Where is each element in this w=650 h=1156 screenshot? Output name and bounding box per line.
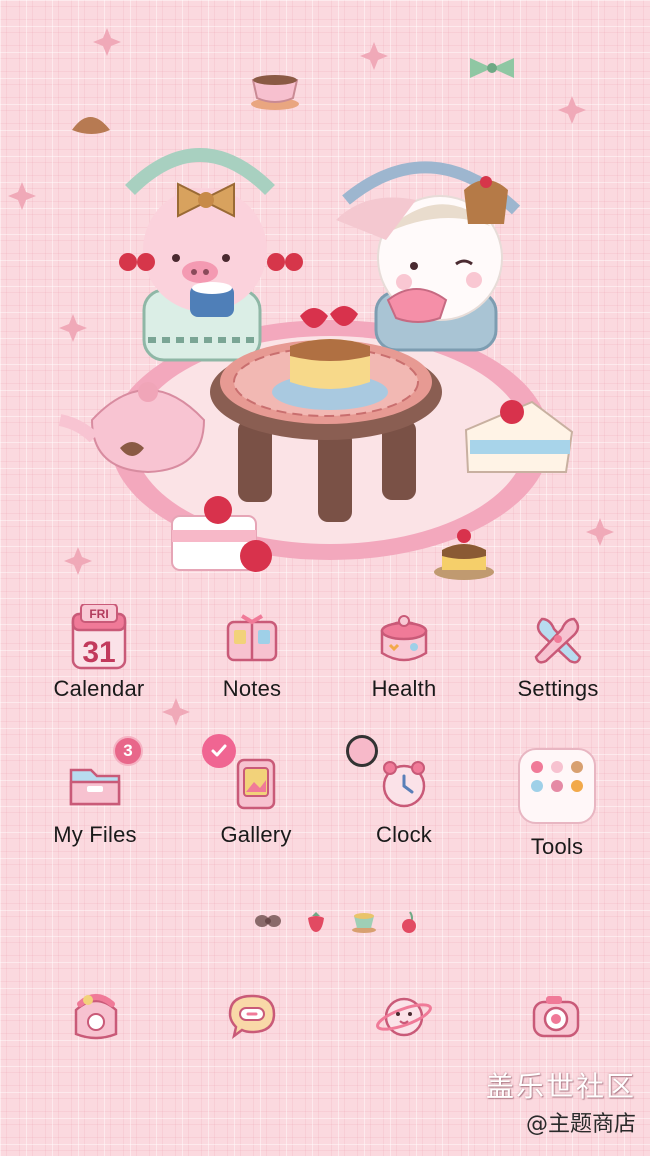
bow-icon: [255, 915, 281, 927]
app-label: Health: [371, 676, 437, 701]
dock-phone[interactable]: [66, 990, 126, 1044]
app-settings[interactable]: Settings: [483, 606, 633, 736]
sparkle-icon: [162, 698, 190, 726]
chestnut-decoration: [72, 117, 110, 134]
app-label: Calendar: [53, 676, 145, 701]
watermark-title: 盖乐世社区: [485, 1070, 636, 1103]
app-label: Gallery: [220, 822, 292, 847]
calendar-date-text: 31: [82, 636, 115, 669]
teacup-icon: [352, 913, 376, 933]
clock-icon: [372, 752, 436, 816]
settings-icon: [526, 606, 590, 670]
strawberry-icon: [308, 912, 324, 932]
app-calendar[interactable]: FRI 31 Calendar: [24, 604, 174, 736]
app-notes[interactable]: Notes: [177, 606, 327, 736]
calendar-icon: FRI 31: [67, 604, 131, 670]
app-label: My Files: [53, 822, 137, 847]
selected-check-icon[interactable]: [202, 734, 236, 768]
app-health[interactable]: Health: [329, 606, 479, 736]
calendar-day-text: FRI: [89, 607, 108, 621]
page-indicator[interactable]: [0, 906, 650, 936]
app-clock[interactable]: Clock: [329, 752, 479, 882]
tools-folder-icon: [518, 748, 596, 824]
app-gallery[interactable]: Gallery: [181, 752, 331, 882]
dock-internet[interactable]: [374, 990, 434, 1044]
dock-messages[interactable]: [222, 990, 282, 1044]
app-label: Settings: [517, 676, 599, 701]
messages-icon: [228, 994, 276, 1040]
notes-icon: [220, 606, 284, 670]
phone-icon: [74, 994, 118, 1040]
unselected-radio-icon[interactable]: [346, 735, 378, 767]
wallpaper-illustration: [8, 28, 614, 580]
internet-planet-icon: [376, 997, 432, 1037]
health-icon: [372, 606, 436, 670]
app-label: Tools: [530, 834, 584, 859]
watermark-subtitle: @主题商店: [525, 1112, 636, 1137]
app-label: Notes: [222, 676, 282, 701]
app-tools-folder[interactable]: Tools: [482, 748, 632, 878]
dock-camera[interactable]: [526, 990, 586, 1044]
green-bow-decoration: [470, 58, 514, 78]
app-my-files[interactable]: My Files: [20, 752, 170, 882]
camera-icon: [532, 996, 580, 1038]
gallery-icon: [224, 752, 288, 816]
notification-badge: 3: [113, 736, 143, 766]
teacup-decoration: [251, 75, 299, 110]
cherry-icon: [402, 911, 416, 933]
app-label: Clock: [375, 822, 432, 847]
